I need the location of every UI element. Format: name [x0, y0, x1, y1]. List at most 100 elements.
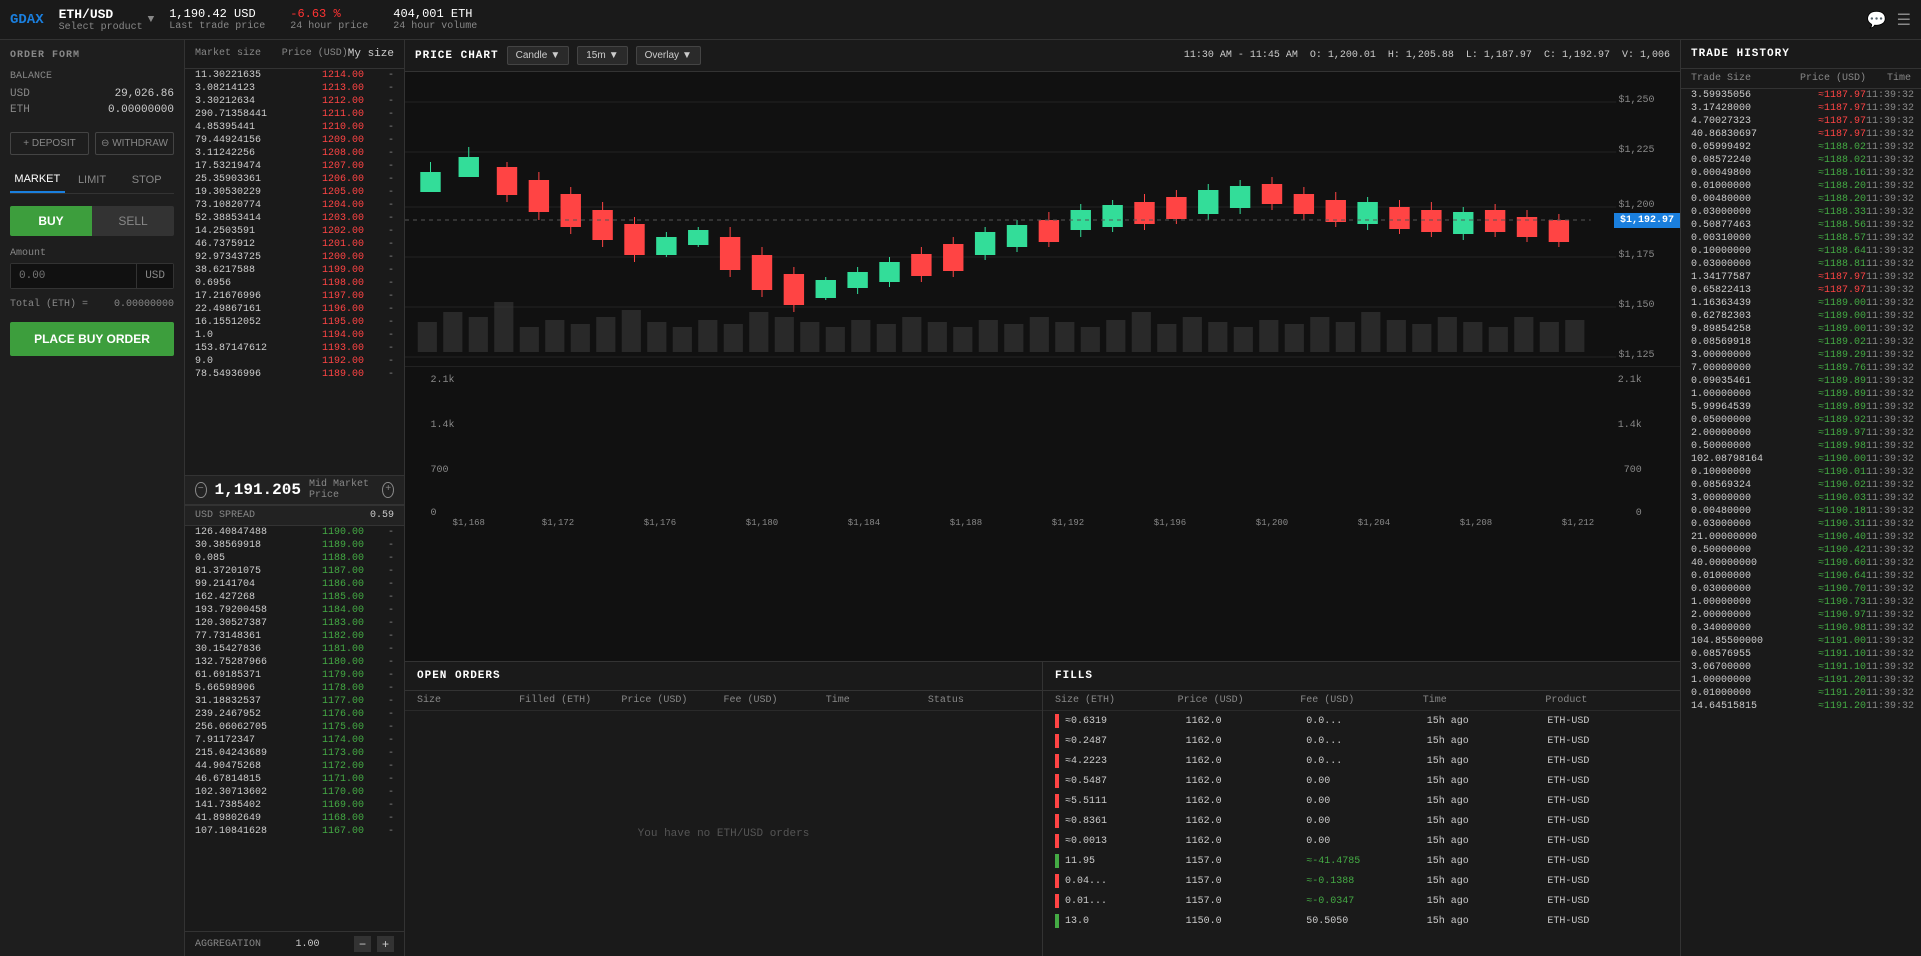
ask-row[interactable]: 0.6956 1198.00 -: [185, 277, 404, 290]
bid-row[interactable]: 120.30527387 1183.00 -: [185, 617, 404, 630]
trade-size: 3.00000000: [1691, 350, 1779, 361]
ask-row[interactable]: 1.0 1194.00 -: [185, 329, 404, 342]
fills-price: 1150.0: [1186, 916, 1307, 927]
ask-row[interactable]: 14.2503591 1202.00 -: [185, 225, 404, 238]
trading-pair[interactable]: ETH/USD Select product: [59, 7, 143, 33]
ask-row[interactable]: 22.49867161 1196.00 -: [185, 303, 404, 316]
tab-market[interactable]: MARKET: [10, 167, 65, 193]
svg-text:1.4k: 1.4k: [1618, 419, 1642, 431]
oo-col-fee: Fee (USD): [724, 695, 826, 706]
aggregation-label: AGGREGATION: [195, 939, 261, 950]
trade-row: 4.70027323 ≈1187.97 11:39:32: [1681, 115, 1921, 128]
bid-row[interactable]: 132.75287966 1180.00 -: [185, 656, 404, 669]
bid-row[interactable]: 77.73148361 1182.00 -: [185, 630, 404, 643]
ask-row[interactable]: 290.71358441 1211.00 -: [185, 108, 404, 121]
fills-price: 1157.0: [1186, 876, 1307, 887]
order-book-panel: Market size Price (USD) My size 11.30221…: [185, 40, 405, 956]
bid-row[interactable]: 46.67814815 1171.00 -: [185, 773, 404, 786]
ask-mysize: -: [364, 330, 394, 341]
pair-dropdown-icon[interactable]: ▼: [148, 14, 155, 26]
ask-row[interactable]: 9.0 1192.00 -: [185, 355, 404, 368]
zoom-out-icon[interactable]: −: [195, 482, 207, 498]
deposit-button[interactable]: + DEPOSIT: [10, 132, 89, 155]
withdraw-button[interactable]: ⊖ WITHDRAW: [95, 132, 174, 155]
bid-row[interactable]: 0.085 1188.00 -: [185, 552, 404, 565]
trade-time: 11:39:32: [1866, 402, 1911, 413]
fills-row: ≈0.6319 1162.0 0.0... 15h ago ETH-USD: [1043, 711, 1680, 731]
ohlcv-h-label: H: 1,205.88: [1388, 50, 1454, 61]
ob-col-price: Price (USD): [271, 48, 347, 60]
ask-row[interactable]: 38.6217588 1199.00 -: [185, 264, 404, 277]
bid-row[interactable]: 162.427268 1185.00 -: [185, 591, 404, 604]
bid-row[interactable]: 30.38569918 1189.00 -: [185, 539, 404, 552]
price-chart-panel: PRICE CHART Candle ▼ 15m ▼ Overlay ▼ 11:…: [405, 40, 1681, 956]
trade-size: 0.10000000: [1691, 467, 1779, 478]
ask-row[interactable]: 3.08214123 1213.00 -: [185, 82, 404, 95]
zoom-in-icon[interactable]: +: [382, 482, 394, 498]
bid-row[interactable]: 44.90475268 1172.00 -: [185, 760, 404, 773]
ask-row[interactable]: 17.21676996 1197.00 -: [185, 290, 404, 303]
buy-button[interactable]: BUY: [10, 206, 92, 236]
ask-row[interactable]: 25.35903361 1206.00 -: [185, 173, 404, 186]
ask-row[interactable]: 3.30212634 1212.00 -: [185, 95, 404, 108]
ask-row[interactable]: 46.7375912 1201.00 -: [185, 238, 404, 251]
trade-row: 0.01000000 ≈1190.64 11:39:32: [1681, 570, 1921, 583]
trade-price: ≈1188.02: [1779, 155, 1867, 166]
bid-row[interactable]: 99.2141704 1186.00 -: [185, 578, 404, 591]
trade-price: ≈1187.97: [1779, 272, 1867, 283]
ask-row[interactable]: 92.97343725 1200.00 -: [185, 251, 404, 264]
bid-row[interactable]: 107.10841628 1167.00 -: [185, 825, 404, 838]
fills-size: ≈4.2223: [1065, 756, 1186, 767]
sell-button[interactable]: SELL: [92, 206, 174, 236]
ask-row[interactable]: 17.53219474 1207.00 -: [185, 160, 404, 173]
trade-price: ≈1191.20: [1779, 688, 1867, 699]
ask-size: 11.30221635: [195, 70, 280, 81]
agg-increase-button[interactable]: +: [377, 936, 394, 952]
ask-row[interactable]: 78.54936996 1189.00 -: [185, 368, 404, 381]
trade-row: 0.01000000 ≈1191.20 11:39:32: [1681, 687, 1921, 700]
ask-row[interactable]: 79.44924156 1209.00 -: [185, 134, 404, 147]
bid-row[interactable]: 215.04243689 1173.00 -: [185, 747, 404, 760]
overlay-button[interactable]: Overlay ▼: [636, 46, 701, 65]
trade-time: 11:39:32: [1866, 519, 1911, 530]
bid-size: 46.67814815: [195, 774, 280, 785]
agg-decrease-button[interactable]: −: [354, 936, 371, 952]
fills-col-time: Time: [1423, 695, 1546, 706]
bid-row[interactable]: 141.7385402 1169.00 -: [185, 799, 404, 812]
trade-row: 14.64515815 ≈1191.20 11:39:32: [1681, 700, 1921, 713]
bid-row[interactable]: 61.69185371 1179.00 -: [185, 669, 404, 682]
ask-row[interactable]: 73.10820774 1204.00 -: [185, 199, 404, 212]
bid-row[interactable]: 30.15427836 1181.00 -: [185, 643, 404, 656]
trade-row: 40.86830697 ≈1187.97 11:39:32: [1681, 128, 1921, 141]
bid-row[interactable]: 126.40847488 1190.00 -: [185, 526, 404, 539]
bid-row[interactable]: 102.30713602 1170.00 -: [185, 786, 404, 799]
bid-row[interactable]: 81.37201075 1187.00 -: [185, 565, 404, 578]
chart-type-button[interactable]: Candle ▼: [507, 46, 570, 65]
tab-stop[interactable]: STOP: [119, 167, 174, 193]
fills-product: ETH-USD: [1547, 716, 1668, 727]
ask-row[interactable]: 4.85395441 1210.00 -: [185, 121, 404, 134]
bid-row[interactable]: 193.79200458 1184.00 -: [185, 604, 404, 617]
ask-row[interactable]: 19.30530229 1205.00 -: [185, 186, 404, 199]
ask-row[interactable]: 52.38853414 1203.00 -: [185, 212, 404, 225]
bid-row[interactable]: 7.91172347 1174.00 -: [185, 734, 404, 747]
bid-row[interactable]: 256.06062705 1175.00 -: [185, 721, 404, 734]
ask-row[interactable]: 16.15512052 1195.00 -: [185, 316, 404, 329]
bid-row[interactable]: 41.89802649 1168.00 -: [185, 812, 404, 825]
bid-row[interactable]: 31.18832537 1177.00 -: [185, 695, 404, 708]
timeframe-button[interactable]: 15m ▼: [577, 46, 627, 65]
trade-price: ≈1188.02: [1779, 142, 1867, 153]
chat-icon[interactable]: 💬: [1867, 10, 1887, 30]
bid-row[interactable]: 239.2467952 1176.00 -: [185, 708, 404, 721]
bid-mysize: -: [364, 696, 394, 707]
amount-input[interactable]: [11, 264, 136, 288]
tab-limit[interactable]: LIMIT: [65, 167, 120, 193]
menu-icon[interactable]: ☰: [1897, 10, 1911, 30]
fills-row: ≈0.5487 1162.0 0.00 15h ago ETH-USD: [1043, 771, 1680, 791]
ask-row[interactable]: 11.30221635 1214.00 -: [185, 69, 404, 82]
ask-row[interactable]: 3.11242256 1208.00 -: [185, 147, 404, 160]
bid-row[interactable]: 5.66598906 1178.00 -: [185, 682, 404, 695]
place-order-button[interactable]: PLACE BUY ORDER: [10, 322, 174, 356]
ask-row[interactable]: 153.87147612 1193.00 -: [185, 342, 404, 355]
ask-price: 1194.00: [280, 330, 365, 341]
